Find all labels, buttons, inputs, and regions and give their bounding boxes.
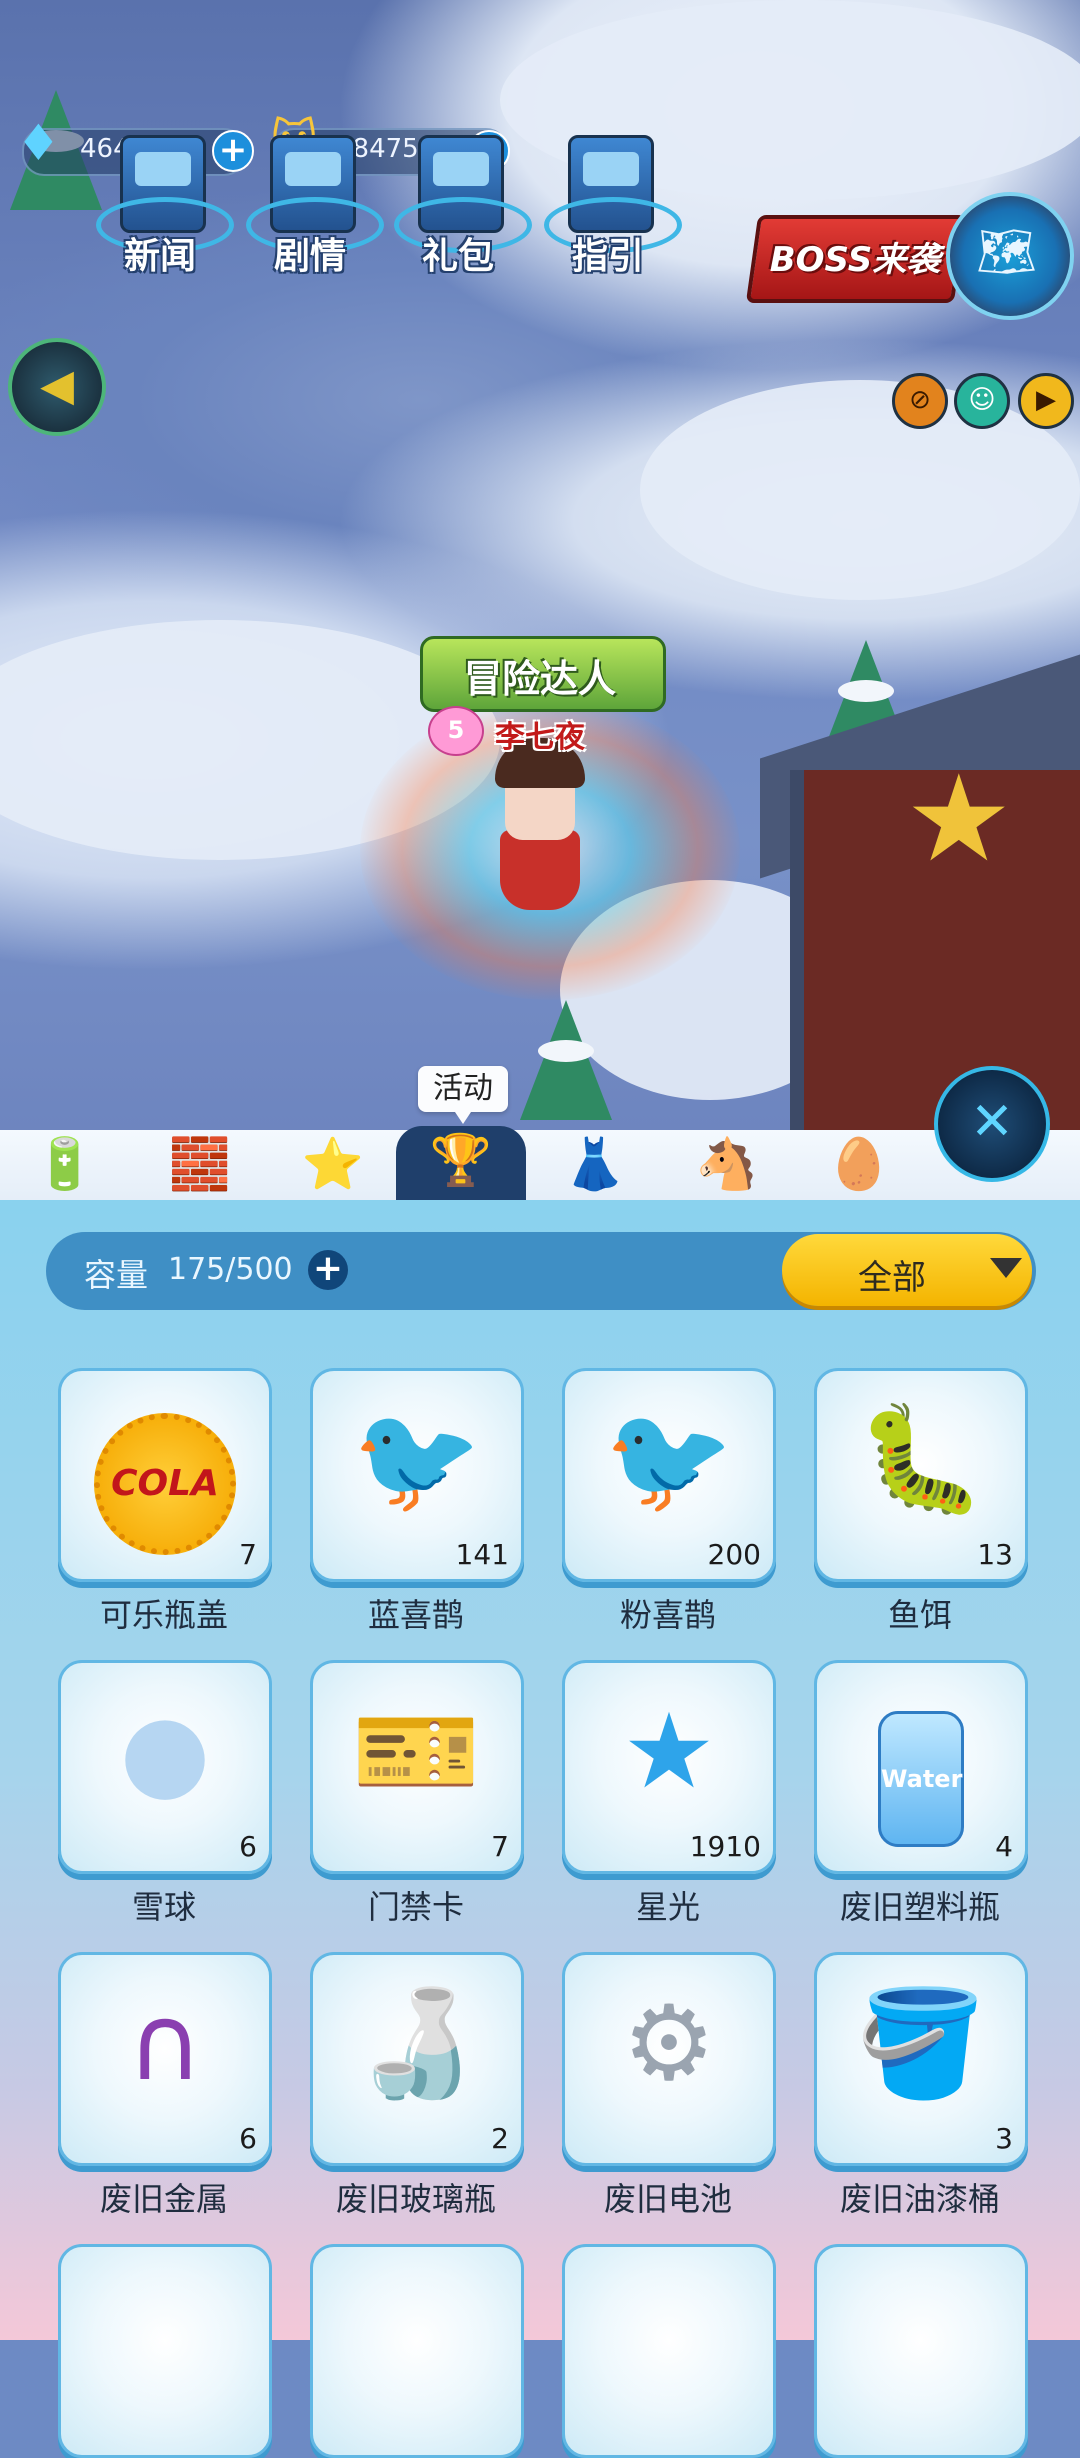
diamond-icon: ♦	[16, 114, 61, 172]
gift-pack-button[interactable]: 礼包	[394, 135, 532, 277]
magic-wand-icon[interactable]: ⭐	[268, 1130, 398, 1200]
star-crystal-icon: ★	[622, 1690, 716, 1812]
item-slot[interactable]: COLA 7	[58, 1368, 272, 1582]
item-count: 4	[995, 1830, 1013, 1863]
item-slot[interactable]: ★ 1910	[562, 1660, 776, 1874]
item-count: 13	[977, 1538, 1013, 1571]
chevron-down-icon	[990, 1258, 1022, 1278]
item-name: 废旧玻璃瓶	[335, 2180, 496, 2218]
pink-bird-icon: 🐦	[604, 1398, 734, 1520]
character-body	[500, 830, 580, 910]
item-count: 7	[239, 1538, 257, 1571]
item-name: 废旧金属	[99, 2180, 228, 2218]
house-star-icon: ★	[905, 750, 1013, 889]
item-count: 6	[239, 1830, 257, 1863]
item-count: 141	[455, 1538, 509, 1571]
capacity-value: 175/500	[168, 1252, 293, 1287]
item-slot[interactable]: ∩ 6	[58, 1952, 272, 2166]
paint-bucket-icon: 🪣	[856, 1982, 986, 2104]
magnet-icon: ∩	[126, 1982, 204, 2104]
item-slot[interactable]	[814, 2244, 1028, 2458]
pet-level-badge: 5	[428, 706, 484, 756]
item-name: 粉喜鹊	[619, 1596, 716, 1634]
guide-button[interactable]: 指引	[544, 135, 682, 277]
item-slot[interactable]	[310, 2244, 524, 2458]
item-name: 雪球	[131, 1888, 196, 1926]
item-slot[interactable]: 🍶 2	[310, 1952, 524, 2166]
item-slot[interactable]	[58, 2244, 272, 2458]
snowball-icon: ●	[119, 1690, 211, 1812]
capacity-label: 容量	[84, 1256, 149, 1294]
guide-label: 指引	[571, 236, 644, 277]
story-label: 剧情	[273, 236, 346, 277]
boss-event-label: BOSS来袭	[769, 240, 941, 280]
expand-capacity-button[interactable]: +	[308, 1250, 348, 1290]
item-slot[interactable]: 🐦 141	[310, 1368, 524, 1582]
close-icon[interactable]: ✕	[934, 1066, 1050, 1182]
item-slot[interactable]	[562, 2244, 776, 2458]
item-slot[interactable]: 🐦 200	[562, 1368, 776, 1582]
battery-icon[interactable]: 🔋	[0, 1130, 130, 1200]
item-count: 1910	[689, 1830, 761, 1863]
item-slot[interactable]: ● 6	[58, 1660, 272, 1874]
item-name: 门禁卡	[367, 1888, 464, 1926]
glass-bottle-icon: 🍶	[352, 1982, 482, 2104]
blocks-icon[interactable]: 🧱	[135, 1130, 265, 1200]
dress-icon[interactable]: 👗	[530, 1130, 660, 1200]
worm-bait-icon: 🐛	[856, 1398, 986, 1520]
egg-icon[interactable]: 🥚	[794, 1130, 924, 1200]
map-icon: 🗺	[976, 224, 1037, 280]
player-name: 李七夜	[495, 720, 585, 755]
tab-tooltip: 活动	[418, 1066, 508, 1124]
rocking-horse-icon[interactable]: 🐴	[662, 1130, 792, 1200]
item-slot[interactable]: ⚙	[562, 1952, 776, 2166]
cola-cap-icon: COLA	[61, 1389, 269, 1555]
pine-tree	[520, 1000, 612, 1120]
play-list-icon[interactable]: ▶	[1018, 373, 1074, 429]
news-button[interactable]: 新闻	[96, 135, 234, 277]
item-name: 废旧塑料瓶	[839, 1888, 1000, 1926]
item-slot[interactable]: 🎫 7	[310, 1660, 524, 1874]
gift-pack-label: 礼包	[421, 236, 494, 277]
item-count: 200	[707, 1538, 761, 1571]
item-slot[interactable]: 🪣 3	[814, 1952, 1028, 2166]
item-name: 星光	[635, 1888, 700, 1926]
blue-bird-icon: 🐦	[352, 1398, 482, 1520]
snow-field	[640, 380, 1080, 600]
item-count: 7	[491, 1830, 509, 1863]
filter-selected: 全部	[858, 1258, 926, 1298]
item-name: 废旧油漆桶	[839, 2180, 1000, 2218]
item-slot[interactable]: Water 4	[814, 1660, 1028, 1874]
news-label: 新闻	[123, 236, 196, 277]
item-name: 可乐瓶盖	[99, 1596, 228, 1634]
item-name: 鱼饵	[887, 1596, 952, 1634]
story-button[interactable]: 剧情	[246, 135, 384, 277]
item-count: 6	[239, 2122, 257, 2155]
trophy-star-icon[interactable]: 🏆	[396, 1126, 526, 1200]
back-arrow-button[interactable]: ◀	[8, 338, 106, 436]
item-name: 废旧电池	[603, 2180, 732, 2218]
item-slot[interactable]: 🐛 13	[814, 1368, 1028, 1582]
item-count: 3	[995, 2122, 1013, 2155]
face-icon[interactable]: ☺	[954, 373, 1010, 429]
no-signal-icon[interactable]: ⊘	[892, 373, 948, 429]
access-card-icon: 🎫	[352, 1690, 482, 1812]
title-banner-text: 冒险达人	[463, 657, 616, 701]
water-bottle-icon: Water	[817, 1681, 1025, 1847]
item-count: 2	[491, 2122, 509, 2155]
item-name: 蓝喜鹊	[367, 1596, 464, 1634]
battery-gear-icon: ⚙	[622, 1982, 716, 2104]
